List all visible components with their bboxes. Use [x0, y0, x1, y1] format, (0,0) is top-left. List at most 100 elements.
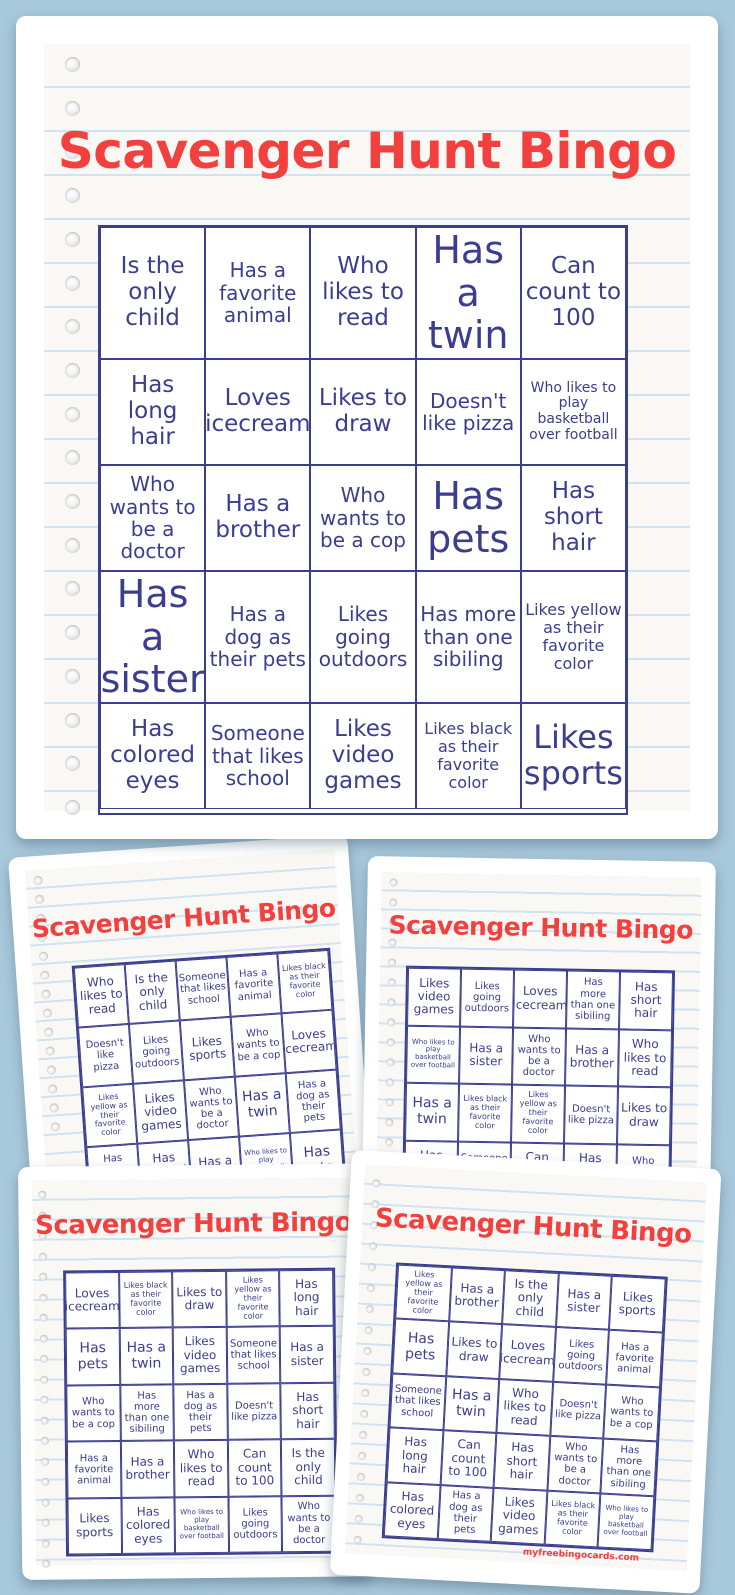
- bingo-cell[interactable]: Likes going outdoors: [552, 1327, 610, 1385]
- bingo-cell[interactable]: Is the only child: [502, 1270, 559, 1328]
- bingo-cell[interactable]: Has colored eyes: [383, 1481, 441, 1540]
- preview-card-4[interactable]: Scavenger Hunt Bingo Likes yellow as the…: [329, 1150, 722, 1594]
- bingo-cell[interactable]: Loves icecream: [65, 1271, 120, 1329]
- bingo-cell[interactable]: Loves icecream: [513, 969, 568, 1028]
- bingo-cell[interactable]: Likes video games: [490, 1487, 548, 1545]
- bingo-cell[interactable]: Doesn't like pizza: [564, 1085, 619, 1144]
- bingo-cell[interactable]: Who wants to be a doctor: [100, 465, 206, 571]
- bingo-cell[interactable]: Has a favorite animal: [606, 1330, 663, 1388]
- bingo-cell[interactable]: Someone that likes school: [389, 1373, 446, 1431]
- bingo-cell[interactable]: Has more than one sibiling: [600, 1438, 658, 1496]
- bingo-cell[interactable]: Who wants to be a cop: [66, 1384, 121, 1442]
- bingo-cell[interactable]: Has a twin: [405, 1082, 460, 1142]
- preview-card-2[interactable]: Scavenger Hunt Bingo Likes video games Li…: [362, 856, 716, 1193]
- bingo-cell[interactable]: Likes black as their favorite color: [277, 949, 333, 1014]
- bingo-cell[interactable]: Who wants to be a doctor: [183, 1076, 239, 1141]
- bingo-cell[interactable]: Likes sports: [609, 1275, 666, 1333]
- bingo-cell[interactable]: Has a twin: [234, 1073, 290, 1137]
- bingo-cell[interactable]: Who wants to be a doctor: [512, 1027, 567, 1086]
- bingo-cell[interactable]: Has colored eyes: [121, 1496, 176, 1554]
- bingo-cell[interactable]: Likes sports: [520, 703, 626, 809]
- bingo-cell[interactable]: Has colored eyes: [100, 703, 206, 809]
- preview-card-1[interactable]: Scavenger Hunt Bingo Who likes to read Is…: [8, 834, 371, 1188]
- bingo-cell[interactable]: Who likes to play basketball over footba…: [597, 1493, 655, 1551]
- bingo-cell[interactable]: Has long hair: [386, 1427, 444, 1485]
- bingo-cell[interactable]: Likes sports: [67, 1497, 122, 1555]
- bingo-cell[interactable]: Likes video games: [407, 967, 462, 1027]
- bingo-cell[interactable]: Has pets: [392, 1318, 449, 1377]
- bingo-cell[interactable]: Likes video games: [133, 1080, 189, 1144]
- bingo-cell[interactable]: Has more than one sibiling: [566, 970, 621, 1029]
- bingo-cell[interactable]: Who wants to be a doctor: [547, 1435, 604, 1494]
- bingo-cell[interactable]: Who likes to read: [618, 1028, 673, 1088]
- preview-card-3[interactable]: Scavenger Hunt Bingo Loves icecream Likes…: [18, 1163, 373, 1580]
- bingo-cell[interactable]: Has short hair: [619, 971, 674, 1030]
- bingo-cell[interactable]: Who likes to play basketball over footba…: [406, 1025, 461, 1084]
- bingo-cell[interactable]: Likes yellow as their favorite color: [225, 1270, 281, 1328]
- bingo-cell[interactable]: Can count to 100: [227, 1439, 282, 1497]
- bingo-cell[interactable]: Who likes to read: [310, 227, 416, 359]
- bingo-cell[interactable]: Has a twin: [443, 1376, 500, 1434]
- bingo-cell[interactable]: Doesn't like pizza: [77, 1023, 134, 1088]
- bingo-cell[interactable]: Has a brother: [120, 1440, 175, 1498]
- bingo-cell[interactable]: Has a dog as their pets: [205, 571, 311, 703]
- bingo-cell[interactable]: Likes black as their favorite color: [544, 1490, 601, 1548]
- bingo-cell[interactable]: Likes yellow as their favorite color: [395, 1264, 452, 1322]
- bingo-cell[interactable]: Loves icecream: [205, 359, 311, 465]
- bingo-cell[interactable]: Likes to draw: [445, 1321, 503, 1379]
- bingo-cell[interactable]: Has short hair: [493, 1433, 551, 1491]
- bingo-cell[interactable]: Likes to draw: [172, 1270, 227, 1328]
- bingo-cell[interactable]: Likes video games: [310, 703, 416, 809]
- bingo-cell[interactable]: Who wants to be a cop: [230, 1013, 286, 1077]
- bingo-cell[interactable]: Can count to 100: [440, 1430, 497, 1488]
- bingo-cell[interactable]: Has long hair: [100, 359, 206, 465]
- bingo-cell[interactable]: Has a favorite animal: [205, 227, 311, 359]
- bingo-cell[interactable]: Is the only child: [100, 227, 206, 359]
- bingo-cell[interactable]: Has a brother: [565, 1027, 620, 1087]
- bingo-cell[interactable]: Who likes to play basketball over footba…: [520, 359, 626, 465]
- bingo-cell[interactable]: Likes to draw: [310, 359, 416, 465]
- bingo-cell[interactable]: Likes going outdoors: [460, 968, 515, 1028]
- bingo-cell[interactable]: Who likes to read: [73, 964, 129, 1028]
- bingo-cell[interactable]: Likes yellow as their favorite color: [511, 1084, 566, 1143]
- bingo-cell[interactable]: Who wants to be a cop: [310, 465, 416, 571]
- bingo-cell[interactable]: Has pets: [65, 1328, 120, 1386]
- bingo-cell[interactable]: Has a sister: [100, 571, 206, 703]
- bingo-cell[interactable]: Loves icecream: [499, 1324, 556, 1382]
- bingo-cell[interactable]: Has pets: [415, 465, 521, 571]
- bingo-cell[interactable]: Someone that likes school: [205, 703, 311, 809]
- bingo-cell[interactable]: Loves icecream: [281, 1009, 337, 1074]
- bingo-cell[interactable]: Has long hair: [279, 1269, 334, 1327]
- bingo-cell[interactable]: Doesn't like pizza: [550, 1381, 607, 1439]
- bingo-cell[interactable]: Who wants to be a cop: [603, 1384, 660, 1442]
- bingo-cell[interactable]: Has short hair: [520, 465, 626, 571]
- bingo-cell[interactable]: Likes yellow as their favorite color: [520, 571, 626, 703]
- bingo-cell[interactable]: Likes to draw: [617, 1086, 672, 1145]
- bingo-cell[interactable]: Likes going outdoors: [228, 1495, 283, 1553]
- bingo-cell[interactable]: Has a twin: [119, 1327, 174, 1385]
- bingo-cell[interactable]: Has a dog as their pets: [285, 1069, 341, 1134]
- bingo-cell[interactable]: Likes yellow as their favorite color: [82, 1083, 138, 1148]
- bingo-cell[interactable]: Likes video games: [172, 1327, 228, 1385]
- bingo-cell[interactable]: Who likes to read: [496, 1378, 553, 1436]
- bingo-cell[interactable]: Who wants to be a doctor: [281, 1495, 337, 1553]
- bingo-cell[interactable]: Likes black as their favorite color: [415, 703, 521, 809]
- bingo-cell[interactable]: Is the only child: [124, 960, 180, 1024]
- bingo-cell[interactable]: Has a dog as their pets: [437, 1484, 494, 1542]
- bingo-cell[interactable]: Has a sister: [555, 1272, 613, 1331]
- bingo-cell[interactable]: Can count to 100: [520, 227, 626, 359]
- bingo-cell[interactable]: Has a sister: [280, 1326, 335, 1384]
- bingo-cell[interactable]: Someone that likes school: [226, 1326, 281, 1384]
- bingo-cell[interactable]: Has a brother: [448, 1267, 506, 1325]
- bingo-cell[interactable]: Is the only child: [281, 1438, 336, 1496]
- bingo-cell[interactable]: Has a favorite animal: [66, 1441, 122, 1499]
- bingo-cell[interactable]: Has a sister: [459, 1026, 514, 1085]
- bingo-cell[interactable]: Has a dog as their pets: [173, 1383, 228, 1441]
- bingo-cell[interactable]: Doesn't like pizza: [227, 1383, 282, 1441]
- bingo-cell[interactable]: Likes sports: [179, 1016, 235, 1081]
- bingo-cell[interactable]: Who likes to play basketball over footba…: [174, 1496, 229, 1554]
- bingo-cell[interactable]: Likes black as their favorite color: [458, 1083, 513, 1143]
- bingo-cell[interactable]: Likes going outdoors: [128, 1020, 184, 1084]
- bingo-cell[interactable]: Has a favorite animal: [226, 953, 282, 1017]
- bingo-cell[interactable]: Has a brother: [205, 465, 311, 571]
